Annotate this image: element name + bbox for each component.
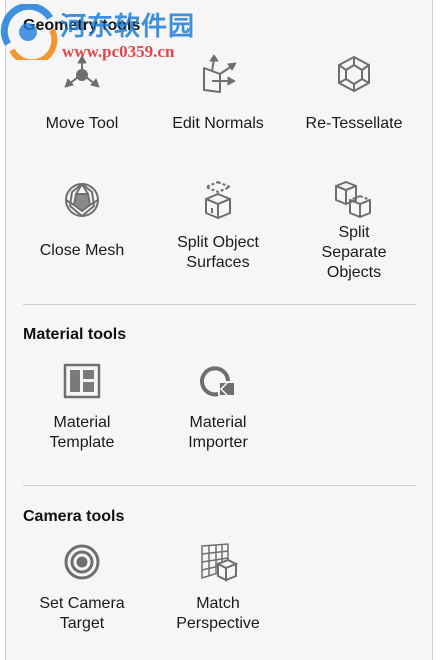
mesh-sphere-icon bbox=[65, 183, 99, 217]
close-mesh-label: Close Mesh bbox=[39, 242, 125, 259]
material-importer-label-line2: Importer bbox=[188, 434, 248, 451]
perspective-grid-icon bbox=[201, 543, 238, 582]
material-template-label-line2: Template bbox=[49, 434, 115, 451]
watermark: 河东软件园 www.pc0359.cn bbox=[0, 0, 210, 70]
material-importer-label-line1: Material bbox=[189, 414, 247, 431]
material-template-button[interactable]: Material Template bbox=[14, 361, 150, 453]
target-icon bbox=[64, 544, 100, 580]
retessellate-label: Re-Tessellate bbox=[305, 115, 403, 132]
material-template-label-line1: Material bbox=[53, 414, 111, 431]
split-objects-icon bbox=[335, 181, 371, 218]
split-object-surfaces-label-line1: Split Object bbox=[177, 234, 259, 251]
edit-normals-label: Edit Normals bbox=[172, 115, 264, 132]
section-title-camera: Camera tools bbox=[23, 508, 125, 525]
close-mesh-button[interactable]: Close Mesh bbox=[14, 180, 150, 261]
watermark-url: www.pc0359.cn bbox=[62, 42, 175, 61]
tools-panel: Geometry tools Move Tool Edit Normals Re… bbox=[5, 0, 433, 660]
match-perspective-label-line2: Perspective bbox=[176, 615, 260, 632]
set-camera-target-label-line2: Target bbox=[59, 615, 105, 632]
watermark-logo-icon bbox=[0, 4, 58, 60]
section-title-material: Material tools bbox=[23, 326, 127, 343]
move-tool-label: Move Tool bbox=[45, 115, 119, 132]
split-surfaces-icon bbox=[205, 181, 231, 219]
split-separate-objects-button[interactable]: Split Separate Objects bbox=[286, 180, 422, 283]
divider bbox=[23, 304, 416, 305]
split-separate-objects-label-line1: Split bbox=[338, 224, 370, 241]
material-importer-button[interactable]: Material Importer bbox=[150, 361, 286, 453]
retessellate-button[interactable]: Re-Tessellate bbox=[286, 54, 422, 134]
watermark-site-name: 河东软件园 bbox=[60, 11, 196, 41]
template-icon bbox=[63, 363, 101, 399]
split-object-surfaces-label-line2: Surfaces bbox=[186, 254, 250, 271]
set-camera-target-label-line1: Set Camera bbox=[39, 595, 125, 612]
match-perspective-label-line1: Match bbox=[196, 595, 240, 612]
divider bbox=[23, 485, 416, 486]
tessellate-cube-icon bbox=[338, 56, 370, 92]
split-separate-objects-label-line3: Objects bbox=[326, 264, 382, 281]
set-camera-target-button[interactable]: Set Camera Target bbox=[14, 542, 150, 634]
importer-icon bbox=[200, 366, 234, 397]
match-perspective-button[interactable]: Match Perspective bbox=[150, 542, 286, 634]
split-separate-objects-label-line2: Separate bbox=[321, 244, 387, 261]
split-object-surfaces-button[interactable]: Split Object Surfaces bbox=[150, 180, 286, 273]
